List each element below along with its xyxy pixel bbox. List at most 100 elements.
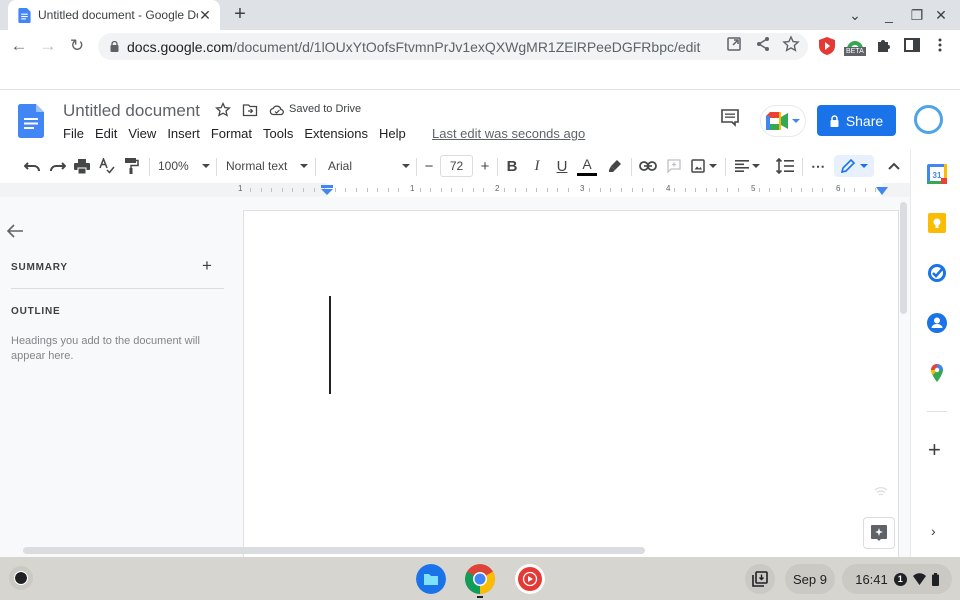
- browser-tab[interactable]: Untitled document - Google Docs ✕: [8, 0, 220, 30]
- ruler-tick: [621, 188, 622, 192]
- ruler-tick: [250, 188, 251, 192]
- star-icon[interactable]: [215, 102, 231, 118]
- document-page[interactable]: [243, 210, 899, 560]
- holding-space-button[interactable]: [745, 564, 775, 594]
- side-panel: 31 + ›: [910, 149, 960, 557]
- right-indent-marker-icon[interactable]: [876, 187, 888, 195]
- minimize-button[interactable]: _: [880, 6, 898, 24]
- files-app-icon[interactable]: [416, 564, 446, 594]
- document-title-input[interactable]: Untitled document: [63, 101, 200, 121]
- chrome-app-icon[interactable]: [465, 564, 495, 594]
- last-edit-link[interactable]: Last edit was seconds ago: [432, 126, 585, 141]
- address-bar[interactable]: docs.google.com/document/d/1lOUxYtOofsFt…: [98, 33, 808, 60]
- undo-button[interactable]: [22, 155, 42, 177]
- ruler-label: 3: [580, 184, 585, 193]
- status-tray[interactable]: 16:41 1: [842, 564, 952, 594]
- date-tray[interactable]: Sep 9: [785, 564, 835, 594]
- launcher-button[interactable]: [9, 566, 33, 590]
- print-button[interactable]: [72, 155, 92, 177]
- account-avatar[interactable]: [914, 105, 943, 134]
- ruler-tick: [727, 188, 728, 192]
- youtube-music-app-icon[interactable]: [515, 564, 545, 594]
- google-docs-logo-icon[interactable]: [18, 104, 44, 138]
- extensions-puzzle-icon[interactable]: [875, 36, 895, 56]
- google-tasks-icon[interactable]: [927, 263, 947, 283]
- font-family-select[interactable]: Arial: [328, 155, 410, 177]
- google-keep-icon[interactable]: [927, 213, 947, 233]
- move-to-folder-icon[interactable]: [242, 102, 258, 118]
- toolbar-divider: [631, 158, 632, 176]
- close-tab-icon[interactable]: ✕: [198, 7, 212, 24]
- horizontal-scrollbar[interactable]: [23, 547, 645, 554]
- editing-mode-button[interactable]: [834, 155, 874, 177]
- bookmark-star-icon[interactable]: [782, 35, 800, 53]
- tab-title: Untitled document - Google Docs: [38, 8, 198, 22]
- vertical-scrollbar[interactable]: [900, 202, 907, 314]
- menu-view[interactable]: View: [128, 126, 156, 141]
- highlight-color-button[interactable]: [605, 155, 625, 177]
- hide-menus-button[interactable]: [884, 155, 904, 177]
- open-in-app-icon[interactable]: [725, 35, 743, 53]
- meet-button[interactable]: [760, 105, 806, 137]
- left-indent-marker-icon[interactable]: [321, 185, 333, 195]
- link-icon: [639, 161, 657, 171]
- paragraph-style-select[interactable]: Normal text: [226, 155, 308, 177]
- close-window-button[interactable]: ✕: [932, 6, 950, 24]
- insert-image-button[interactable]: [689, 155, 719, 177]
- side-panel-icon[interactable]: [903, 36, 923, 56]
- add-summary-button[interactable]: +: [202, 257, 212, 274]
- outline-panel: SUMMARY + OUTLINE Headings you add to th…: [0, 197, 235, 557]
- summary-heading: SUMMARY: [11, 262, 68, 273]
- font-size-input[interactable]: 72: [440, 155, 473, 177]
- bold-button[interactable]: B: [502, 155, 522, 177]
- google-maps-icon[interactable]: [927, 363, 947, 383]
- line-spacing-button[interactable]: [774, 155, 796, 177]
- menu-format[interactable]: Format: [211, 126, 252, 141]
- back-button[interactable]: ←: [8, 36, 30, 56]
- youtube-shield-extension-icon[interactable]: [817, 36, 837, 56]
- beta-extension-icon[interactable]: BETA: [844, 36, 868, 60]
- google-contacts-icon[interactable]: [927, 313, 947, 333]
- increase-font-size-button[interactable]: +: [476, 155, 494, 177]
- new-tab-button[interactable]: +: [230, 4, 250, 24]
- maximize-button[interactable]: ❐: [908, 6, 926, 24]
- reload-button[interactable]: ↻: [66, 36, 88, 56]
- insert-link-button[interactable]: [638, 155, 658, 177]
- date-text: Sep 9: [793, 571, 827, 587]
- text-color-button[interactable]: A: [576, 155, 598, 177]
- expand-side-panel-chevron-icon[interactable]: ›: [931, 523, 936, 539]
- spellcheck-button[interactable]: [97, 155, 117, 177]
- explore-button[interactable]: [863, 517, 895, 549]
- chevron-up-icon: [888, 162, 900, 170]
- cloud-saved-icon[interactable]: [269, 102, 285, 118]
- add-comment-button[interactable]: [664, 155, 684, 177]
- underline-button[interactable]: U: [552, 155, 572, 177]
- ruler-tick: [388, 188, 389, 192]
- menu-insert[interactable]: Insert: [167, 126, 200, 141]
- comment-history-icon[interactable]: [720, 109, 740, 127]
- ruler-tick: [695, 188, 696, 192]
- redo-button[interactable]: [48, 155, 68, 177]
- menu-file[interactable]: File: [63, 126, 84, 141]
- align-button[interactable]: [733, 155, 761, 177]
- decrease-font-size-button[interactable]: −: [420, 155, 438, 177]
- toolbar-divider: [497, 158, 498, 176]
- forward-button[interactable]: →: [37, 36, 59, 56]
- clock-time: 16:41: [855, 571, 888, 587]
- more-options-button[interactable]: ⋯: [808, 155, 828, 177]
- google-calendar-icon[interactable]: 31: [927, 164, 947, 184]
- italic-button[interactable]: I: [527, 155, 547, 177]
- zoom-select[interactable]: 100%: [158, 155, 210, 177]
- share-icon[interactable]: [754, 35, 772, 53]
- menu-help[interactable]: Help: [379, 126, 406, 141]
- share-button[interactable]: Share: [817, 105, 896, 136]
- menu-tools[interactable]: Tools: [263, 126, 293, 141]
- back-arrow-icon[interactable]: [6, 223, 24, 239]
- menu-kebab-icon[interactable]: [932, 36, 952, 56]
- get-add-ons-button[interactable]: +: [928, 439, 941, 461]
- paint-format-button[interactable]: [122, 155, 142, 177]
- menu-extensions[interactable]: Extensions: [304, 126, 368, 141]
- tab-search-chevron-icon[interactable]: ⌄: [846, 6, 864, 24]
- share-label: Share: [845, 112, 884, 129]
- menu-edit[interactable]: Edit: [95, 126, 117, 141]
